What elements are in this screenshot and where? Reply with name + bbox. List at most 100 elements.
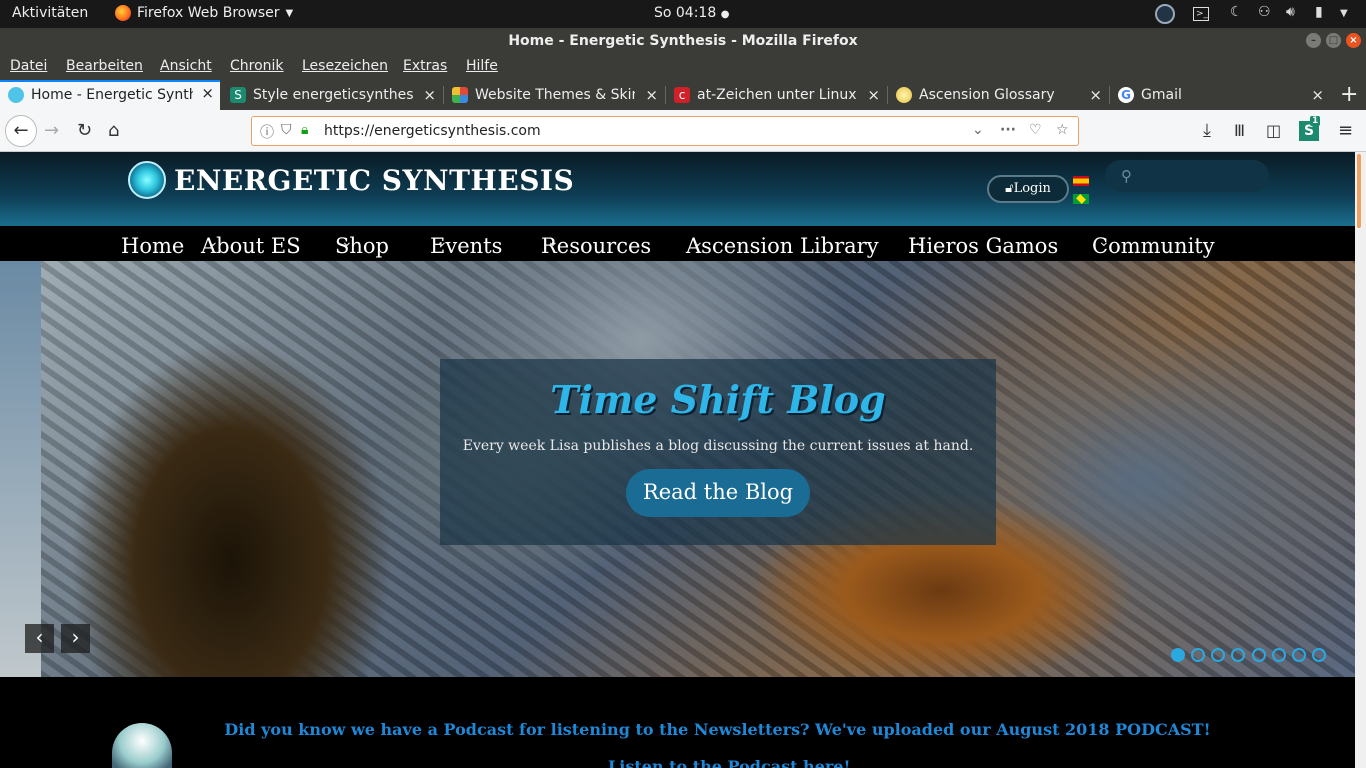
close-tab-icon[interactable]: × (423, 80, 436, 110)
lock-icon: 🔓︎ (1005, 181, 1014, 196)
slider-dot[interactable] (1211, 648, 1225, 662)
slider-dot[interactable] (1171, 648, 1185, 662)
minimize-button[interactable]: – (1306, 33, 1321, 48)
tab-website-themes[interactable]: Website Themes & Skins × (444, 80, 664, 110)
maximize-button[interactable]: □ (1326, 33, 1341, 48)
login-button[interactable]: 🔓︎Login (987, 175, 1069, 203)
chevron-down-icon: ⌄ (1098, 234, 1110, 250)
clock[interactable]: So 04:18 ● (654, 5, 729, 21)
menu-chronik[interactable]: Chronik (230, 58, 284, 74)
new-tab-button[interactable]: + (1340, 82, 1358, 107)
back-button[interactable]: ← (5, 115, 37, 147)
forward-button[interactable]: → (44, 121, 59, 141)
slider-dot[interactable] (1252, 648, 1266, 662)
themes-favicon (452, 87, 468, 103)
tab-ascension-glossary[interactable]: Ascension Glossary × (888, 80, 1108, 110)
info-icon[interactable]: ⓘ (260, 122, 274, 142)
tab-style-energeticsynthesis[interactable]: S Style energeticsynthesis × (222, 80, 442, 110)
terminal-icon[interactable]: >_ (1193, 7, 1209, 21)
hero-subtitle: Every week Lisa publishes a blog discuss… (462, 438, 974, 454)
read-the-blog-button[interactable]: Read the Blog (626, 469, 810, 517)
site-search-input[interactable]: ⚲ (1105, 160, 1269, 192)
menu-hilfe[interactable]: Hilfe (466, 58, 498, 74)
window-title: Home - Energetic Synthesis - Mozilla Fir… (508, 33, 858, 49)
reload-button[interactable]: ↻ (77, 121, 92, 141)
back-arrow-icon: ← (13, 120, 29, 141)
brazil-flag-icon[interactable] (1073, 194, 1089, 204)
close-tab-icon[interactable]: × (1311, 80, 1324, 110)
download-icon: ⤓ (1203, 120, 1211, 141)
network-globe-icon[interactable] (1155, 4, 1175, 24)
search-icon: ⚲ (1121, 167, 1132, 185)
app-menu-button[interactable]: Firefox Web Browser ▼ (115, 5, 293, 21)
activities-button[interactable]: Aktivitäten (12, 5, 88, 21)
slider-dot[interactable] (1312, 648, 1326, 662)
navigation-toolbar: ← → ↻ ⌂ ⓘ ⛉ 🔒︎ https://energeticsynthesi… (0, 110, 1366, 152)
menu-datei[interactable]: Datei (10, 58, 47, 74)
url-bar[interactable]: ⓘ ⛉ 🔒︎ https://energeticsynthesis.com ⌄ … (251, 116, 1079, 146)
tab-label: Gmail (1141, 87, 1182, 103)
web-page: ENERGETIC SYNTHESIS 🔓︎Login ⚲ Home About… (0, 152, 1355, 768)
menu-extras[interactable]: Extras (403, 58, 447, 74)
hero-slider: Time Shift Blog Every week Lisa publishe… (41, 261, 1355, 677)
page-scrollbar[interactable] (1355, 152, 1366, 768)
menu-bearbeiten[interactable]: Bearbeiten (66, 58, 143, 74)
battery-icon[interactable]: ▮ (1315, 4, 1323, 20)
window-titlebar: Home - Energetic Synthesis - Mozilla Fir… (0, 28, 1366, 54)
slider-dot[interactable] (1191, 648, 1205, 662)
clock-label: So 04:18 (654, 5, 717, 21)
firefox-icon (115, 5, 131, 21)
system-menu-chevron-icon[interactable]: ▼ (1340, 8, 1348, 19)
site-main-nav: Home About ES ⌄ Shop ⌄ Events ⌄ Resources ⌄ … (0, 226, 1355, 261)
url-dropdown-chevron-icon[interactable]: ⌄ (972, 122, 984, 138)
podcast-link[interactable]: Listen to the Podcast here! (608, 757, 851, 768)
menu-ansicht[interactable]: Ansicht (160, 58, 212, 74)
volume-icon[interactable]: 🔊︎ (1286, 4, 1295, 20)
gnome-top-bar: Aktivitäten Firefox Web Browser ▼ So 04:… (0, 0, 1366, 28)
home-button[interactable]: ⌂ (108, 121, 119, 141)
network-icon[interactable]: ⚇ (1258, 4, 1271, 20)
close-tab-icon[interactable]: × (645, 80, 658, 110)
hamburger-menu-button[interactable]: ≡ (1338, 121, 1353, 141)
close-tab-icon[interactable]: × (867, 80, 880, 110)
hero-title: Time Shift Blog (550, 377, 886, 422)
spanish-flag-icon[interactable] (1073, 176, 1089, 186)
tab-label: Style energeticsynthesis (253, 87, 413, 103)
slider-dot[interactable] (1231, 648, 1245, 662)
nav-label: Home (121, 234, 185, 258)
chevron-down-icon: ⌄ (547, 234, 559, 250)
site-header: ENERGETIC SYNTHESIS 🔓︎Login ⚲ (0, 152, 1355, 226)
close-tab-icon[interactable]: × (201, 82, 214, 106)
secure-lock-icon[interactable]: 🔒︎ (301, 122, 308, 138)
close-tab-icon[interactable]: × (1089, 80, 1102, 110)
notification-dot-icon: ● (720, 9, 730, 20)
bookmark-star-icon[interactable]: ☆ (1056, 122, 1069, 138)
url-text[interactable]: https://energeticsynthesis.com (324, 123, 541, 139)
hero-caption-box: Time Shift Blog Every week Lisa publishe… (440, 359, 996, 545)
close-window-button[interactable]: × (1346, 33, 1361, 48)
tab-gmail[interactable]: G Gmail × (1110, 80, 1330, 110)
slider-dot[interactable] (1292, 648, 1306, 662)
menu-lesezeichen[interactable]: Lesezeichen (302, 58, 388, 74)
site-logo-text[interactable]: ENERGETIC SYNTHESIS (174, 164, 574, 197)
page-actions-icon[interactable]: ··· (1000, 122, 1016, 138)
logo-star-icon[interactable] (128, 161, 166, 199)
slider-prev-button[interactable]: ‹ (25, 624, 54, 653)
stylish-extension-button[interactable]: S1 (1299, 116, 1321, 141)
tab-home-energetic-synthesis[interactable]: Home - Energetic Synthe × (0, 80, 220, 110)
pocket-icon[interactable]: ♡ (1029, 122, 1042, 138)
night-mode-icon[interactable]: ☾ (1230, 4, 1243, 20)
tracking-shield-icon[interactable]: ⛉ (281, 122, 292, 138)
tab-label: Website Themes & Skins (475, 87, 635, 103)
nav-label: Ascension Library (686, 234, 879, 258)
linux-site-favicon: c (674, 87, 690, 103)
tab-at-zeichen-linux[interactable]: c at-Zeichen unter Linux ei × (666, 80, 886, 110)
library-button[interactable]: Ⅲ (1234, 121, 1245, 141)
nav-label: Hieros Gamos (908, 234, 1059, 258)
sidebar-button[interactable]: ◫ (1266, 121, 1281, 141)
hero-side-image (0, 261, 41, 677)
downloads-button[interactable]: ⤓ (1203, 121, 1211, 141)
slider-next-button[interactable]: › (61, 624, 90, 653)
slider-dot[interactable] (1272, 648, 1286, 662)
scrollbar-thumb[interactable] (1357, 154, 1361, 228)
